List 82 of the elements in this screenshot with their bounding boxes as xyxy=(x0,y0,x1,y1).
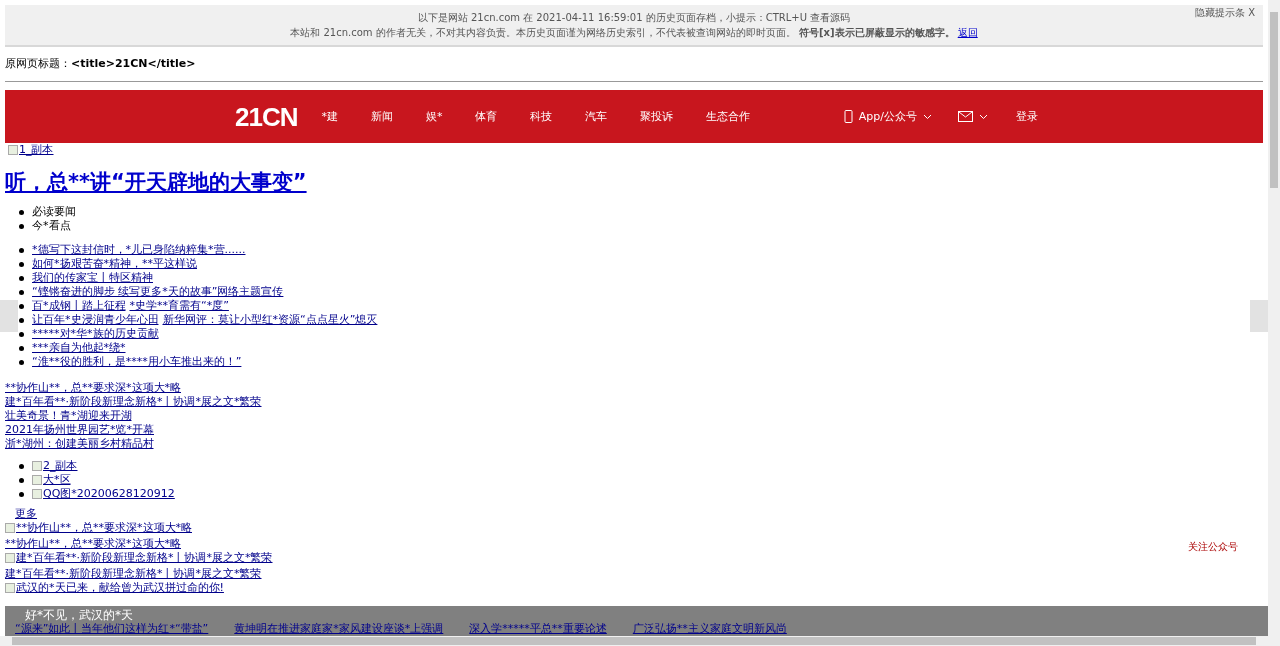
news-link[interactable]: 新华网评：莫让小型红*资源“点点星火”熄灭 xyxy=(162,313,378,327)
bullet-icon xyxy=(19,247,24,253)
bullet-icon xyxy=(19,317,24,323)
bullet-icon xyxy=(19,477,24,483)
horizontal-scrollbar[interactable] xyxy=(0,636,1280,646)
back-link[interactable]: 返回 xyxy=(957,27,978,38)
image-link[interactable]: 1_副本 xyxy=(8,143,54,157)
nav-link[interactable]: 生态合作 xyxy=(706,109,751,124)
notice-text: 本站和 21cn.com 的作者无关，不对其内容负责。本历史页面谨为网络历史索引，不代表被查询网站的即时页面。 xyxy=(290,27,797,38)
news-link[interactable]: 2021年扬州世界园艺*览*开幕 xyxy=(5,423,154,436)
mail-icon[interactable] xyxy=(958,111,973,122)
broken-image-icon xyxy=(5,523,15,533)
banner-link[interactable]: 广泛弘扬**主义家庭文明新风尚 xyxy=(632,622,787,636)
bullet-icon xyxy=(19,463,24,469)
banner-link[interactable]: “源来”如此丨当年他们这样为红*“带盐” xyxy=(15,622,209,636)
news-link[interactable]: *****对*华*族的历史贡献 xyxy=(32,327,159,341)
more-link[interactable]: 更多 xyxy=(15,507,37,520)
news-link[interactable]: **协作山**，总**要求深*这项大*略 xyxy=(5,381,181,394)
app-menu-link[interactable]: App/公众号 xyxy=(858,109,917,124)
bullet-icon xyxy=(19,331,24,337)
headline-link[interactable]: 听，总**讲“开天辟地的大事变” xyxy=(5,170,307,194)
broken-image-icon xyxy=(5,583,15,593)
bullet-icon xyxy=(19,223,24,229)
news-link[interactable]: 建*百年看**·新阶段新理念新格*丨协调*展之文*繁荣 xyxy=(5,567,262,580)
nav-link[interactable]: *建 xyxy=(321,109,338,124)
bullet-icon xyxy=(19,209,24,215)
bullet-icon xyxy=(19,275,24,281)
news-link[interactable]: 如何*扬艰苦奋*精神，**平这样说 xyxy=(32,257,197,271)
follow-label: 关注公众号 xyxy=(1188,540,1238,554)
news-link[interactable]: 让百年*史浸润青少年心田 xyxy=(32,313,159,327)
news-link[interactable]: 壮美奇景！青*湖迎来开湖 xyxy=(5,409,132,422)
news-link[interactable]: **协作山**，总**要求深*这项大*略 xyxy=(5,537,181,550)
nav-link[interactable]: 聚投诉 xyxy=(640,109,674,124)
vertical-scrollbar[interactable] xyxy=(1268,0,1280,636)
login-link[interactable]: 登录 xyxy=(1016,109,1038,124)
nav-link[interactable]: 科技 xyxy=(530,109,553,124)
notice-text: 以下是网站 21cn.com 在 2021-04-11 16:59:01 的历史页面存档，小提示：CTRL+U 查看源码 xyxy=(417,11,851,25)
carousel-prev-button[interactable] xyxy=(0,300,18,332)
news-link[interactable]: “淮**役的胜利，是****用小车推出来的！” xyxy=(32,355,242,369)
title-value: <title>21CN</title> xyxy=(71,57,196,70)
broken-image-icon xyxy=(5,553,15,563)
news-link[interactable]: *德写下这封信时，*儿已身陷纳粹集*营...... xyxy=(32,243,246,257)
broken-image-icon xyxy=(8,145,18,155)
bullet-icon xyxy=(19,303,24,309)
scrollbar-thumb[interactable] xyxy=(12,637,1256,645)
image-link[interactable]: QQ图*20200628120912 xyxy=(32,487,175,501)
notice-text: 符号[x]表示已屏蔽显示的敏感字。 xyxy=(798,27,955,38)
news-link[interactable]: “铿锵奋进的脚步 续写更多*天的故事”网络主题宣传 xyxy=(32,285,284,299)
image-link[interactable]: 武汉的*天已来，献给曾为武汉拼过命的你! xyxy=(5,581,224,595)
banner-caption: 好*不见，武汉的*天 xyxy=(25,608,133,622)
carousel-next-button[interactable] xyxy=(1250,300,1268,332)
news-link[interactable]: *史学**育需有“*度” xyxy=(129,299,229,313)
site-logo[interactable]: 21CN xyxy=(235,109,298,124)
banner-link[interactable]: 黄坤明在推进家庭家*家风建设座谈*上强调 xyxy=(234,622,444,636)
image-link[interactable]: 大*区 xyxy=(32,473,71,487)
hide-notice-link[interactable]: 隐藏提示条 xyxy=(1194,7,1245,18)
news-link[interactable]: 浙*湖州：创建美丽乡村精品村 xyxy=(5,437,154,450)
news-link[interactable]: 我们的传家宝丨特区精神 xyxy=(32,271,153,285)
bullet-icon xyxy=(19,491,24,497)
news-link[interactable]: 建*百年看**·新阶段新理念新格*丨协调*展之文*繁荣 xyxy=(5,395,262,408)
bullet-icon xyxy=(19,261,24,267)
chevron-down-icon[interactable] xyxy=(979,113,988,120)
bullet-icon xyxy=(19,289,24,295)
phone-icon[interactable] xyxy=(843,110,853,123)
image-link[interactable]: 2_副本 xyxy=(32,459,78,473)
nav-link[interactable]: 汽车 xyxy=(585,109,608,124)
tab-label[interactable]: 必读要闻 xyxy=(32,205,76,219)
tab-label[interactable]: 今*看点 xyxy=(32,219,71,233)
close-button[interactable]: X xyxy=(1248,7,1255,18)
news-link[interactable]: ***亲自为他起*绕* xyxy=(32,341,126,355)
nav-link[interactable]: 体育 xyxy=(475,109,498,124)
bullet-icon xyxy=(19,359,24,365)
image-link[interactable]: 建*百年看**·新阶段新理念新格*丨协调*展之文*繁荣 xyxy=(5,551,273,565)
nav-link[interactable]: 新闻 xyxy=(371,109,393,124)
banner-link[interactable]: 深入学*****平总**重要论述 xyxy=(469,622,607,636)
scrollbar-thumb[interactable] xyxy=(1270,12,1278,188)
bullet-icon xyxy=(19,345,24,351)
nav-link[interactable]: 娱* xyxy=(426,109,443,124)
title-label: 原网页标题： xyxy=(5,57,71,70)
image-link[interactable]: **协作山**，总**要求深*这项大*略 xyxy=(5,521,192,535)
chevron-down-icon[interactable] xyxy=(923,113,932,120)
news-link[interactable]: 百*成钢丨踏上征程 xyxy=(32,299,126,313)
